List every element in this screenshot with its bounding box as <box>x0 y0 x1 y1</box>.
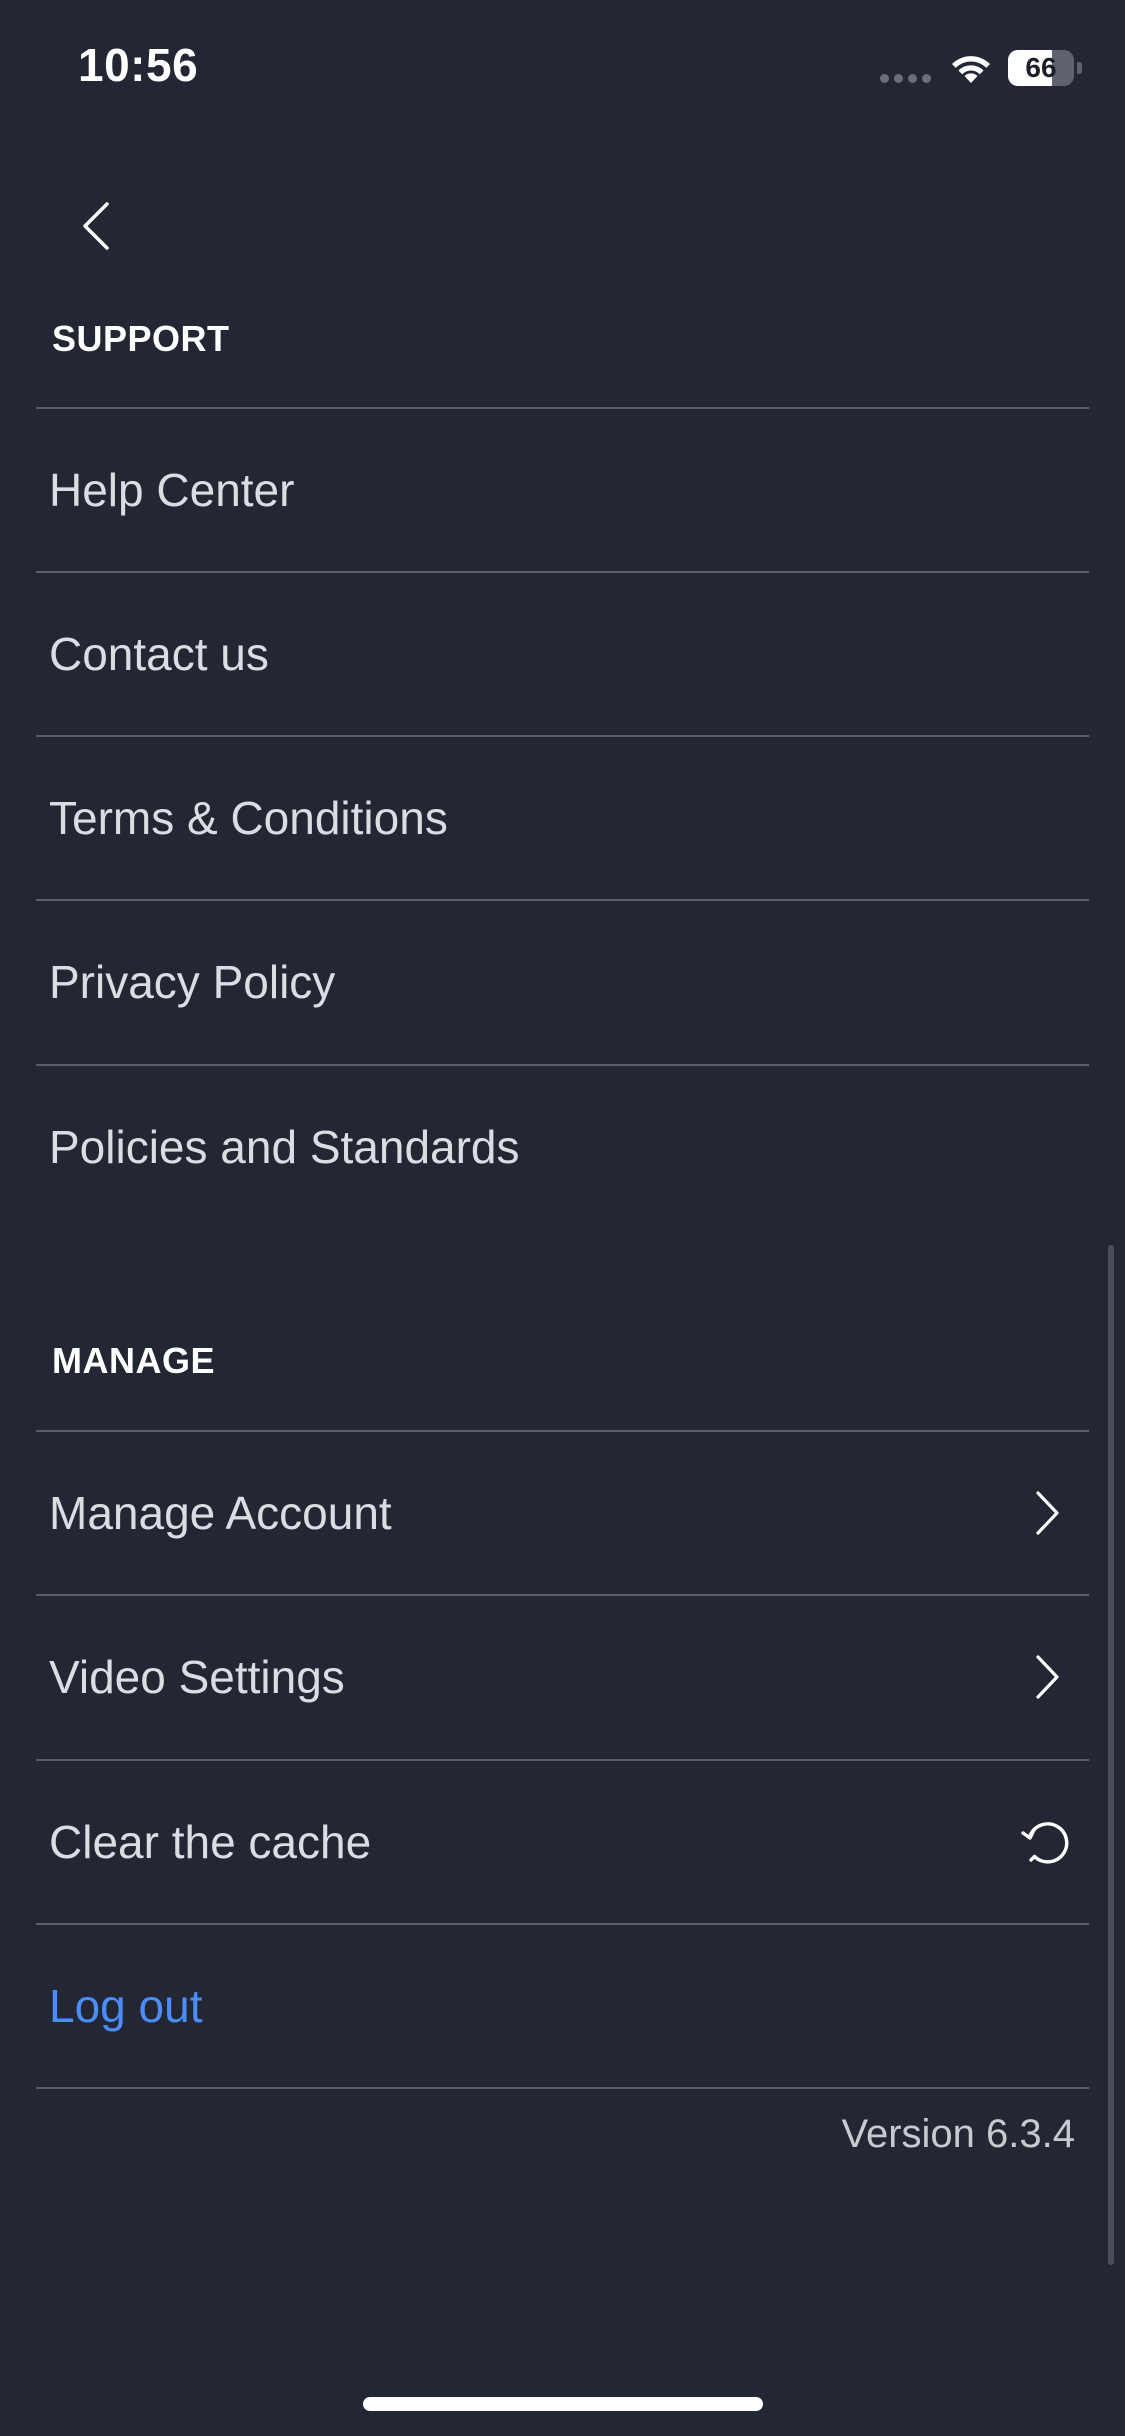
contact-us-row[interactable]: Contact us <box>36 573 1089 735</box>
battery-nub <box>1077 62 1082 74</box>
policies-standards-row[interactable]: Policies and Standards <box>36 1066 1089 1228</box>
privacy-policy-label: Privacy Policy <box>49 956 336 1008</box>
help-center-row[interactable]: Help Center <box>36 409 1089 571</box>
terms-conditions-row[interactable]: Terms & Conditions <box>36 737 1089 899</box>
chevron-right-icon <box>1019 1649 1075 1705</box>
help-center-label: Help Center <box>49 464 295 516</box>
scrollbar[interactable] <box>1108 1245 1114 2265</box>
battery-indicator: 66 <box>1008 50 1074 86</box>
clear-cache-row[interactable]: Clear the cache <box>36 1761 1089 1923</box>
privacy-policy-row[interactable]: Privacy Policy <box>36 901 1089 1063</box>
section-header-support: SUPPORT <box>52 318 230 359</box>
manage-account-row[interactable]: Manage Account <box>36 1432 1089 1594</box>
section-header-manage: MANAGE <box>52 1340 215 1381</box>
manage-account-label: Manage Account <box>49 1487 392 1539</box>
log-out-button[interactable]: Log out <box>49 1979 202 2033</box>
terms-conditions-label: Terms & Conditions <box>49 792 448 844</box>
app-version: Version 6.3.4 <box>841 2112 1076 2156</box>
refresh-icon[interactable] <box>1019 1814 1075 1870</box>
chevron-right-icon <box>1019 1485 1075 1541</box>
status-time: 10:56 <box>78 39 199 91</box>
policies-standards-label: Policies and Standards <box>49 1121 520 1173</box>
cellular-signal-icon <box>880 74 931 83</box>
contact-us-label: Contact us <box>49 628 269 680</box>
log-out-row[interactable]: Log out <box>36 1925 1089 2087</box>
battery-level: 66 <box>1025 52 1057 83</box>
home-indicator[interactable] <box>363 2397 763 2411</box>
divider <box>36 2087 1089 2089</box>
status-bar: 10:56 66 <box>0 0 1125 140</box>
wifi-icon <box>952 56 990 83</box>
video-settings-row[interactable]: Video Settings <box>36 1596 1089 1758</box>
video-settings-label: Video Settings <box>49 1651 345 1703</box>
back-button[interactable] <box>66 190 126 262</box>
chevron-left-icon <box>83 202 109 250</box>
clear-cache-label: Clear the cache <box>49 1816 372 1868</box>
